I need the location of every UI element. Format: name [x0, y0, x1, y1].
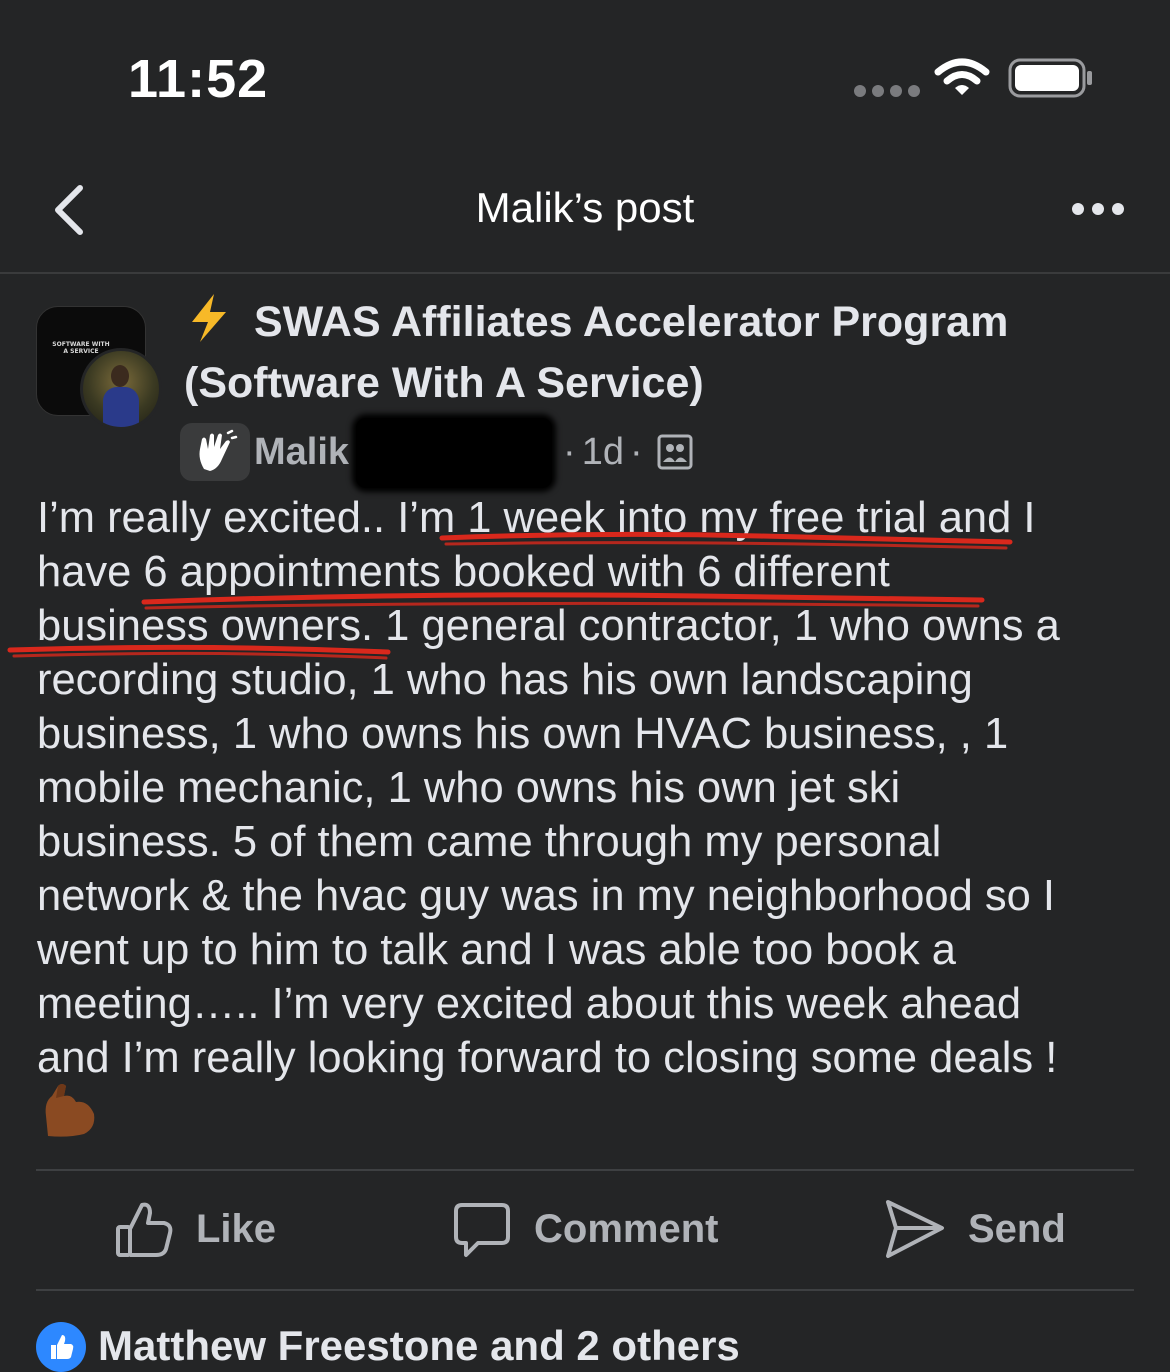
author-avatar[interactable] [80, 348, 162, 430]
send-label: Send [968, 1206, 1066, 1251]
more-options-button[interactable] [1068, 194, 1132, 224]
group-audience-icon [657, 434, 693, 470]
send-button[interactable]: Send [884, 1196, 1066, 1262]
divider [36, 1169, 1134, 1171]
nav-bar: Malik’s post [0, 150, 1170, 274]
reactions-summary-text: Matthew Freestone and 2 others [98, 1322, 740, 1369]
meta-separator: · [563, 430, 576, 473]
group-title-link[interactable]: SWAS Affiliates Accelerator Program (Sof… [184, 292, 1144, 414]
post-text: I’m really excited.. I’m 1 week into my … [37, 494, 1060, 1082]
cellular-signal-icon [854, 85, 920, 97]
thumbs-up-icon [116, 1202, 173, 1257]
page-title: Malik’s post [475, 184, 695, 231]
status-bar: 11:52 [0, 0, 1170, 150]
divider [36, 1289, 1134, 1291]
flexed-biceps-emoji [45, 1084, 95, 1137]
post-avatars[interactable]: SOFTWARE WITH A SERVICE [36, 306, 162, 430]
author-name[interactable]: Malik [254, 431, 349, 474]
status-time: 11:52 [128, 49, 269, 109]
like-label: Like [196, 1206, 277, 1251]
comment-bubble-icon [454, 1203, 510, 1257]
post-time[interactable]: 1d [582, 431, 624, 474]
redaction-mark [356, 418, 552, 488]
lightning-bolt-icon [192, 294, 226, 342]
like-button[interactable]: Like [114, 1196, 276, 1262]
comment-label: Comment [534, 1206, 719, 1251]
group-name: SWAS Affiliates Accelerator Program (Sof… [184, 298, 1009, 407]
waving-hand-icon [199, 429, 238, 471]
comment-button[interactable]: Comment [452, 1196, 718, 1262]
reactions-summary[interactable]: Matthew Freestone and 2 others [36, 1322, 740, 1372]
wifi-icon [934, 58, 990, 95]
post-meta: Malik · 1d · [180, 418, 693, 488]
waving-hand-badge [180, 423, 250, 481]
battery-icon [1008, 58, 1092, 98]
like-reaction-icon [36, 1322, 86, 1372]
more-horizontal-icon [1072, 203, 1124, 215]
send-paper-plane-icon [886, 1200, 944, 1258]
meta-separator: · [629, 430, 643, 473]
